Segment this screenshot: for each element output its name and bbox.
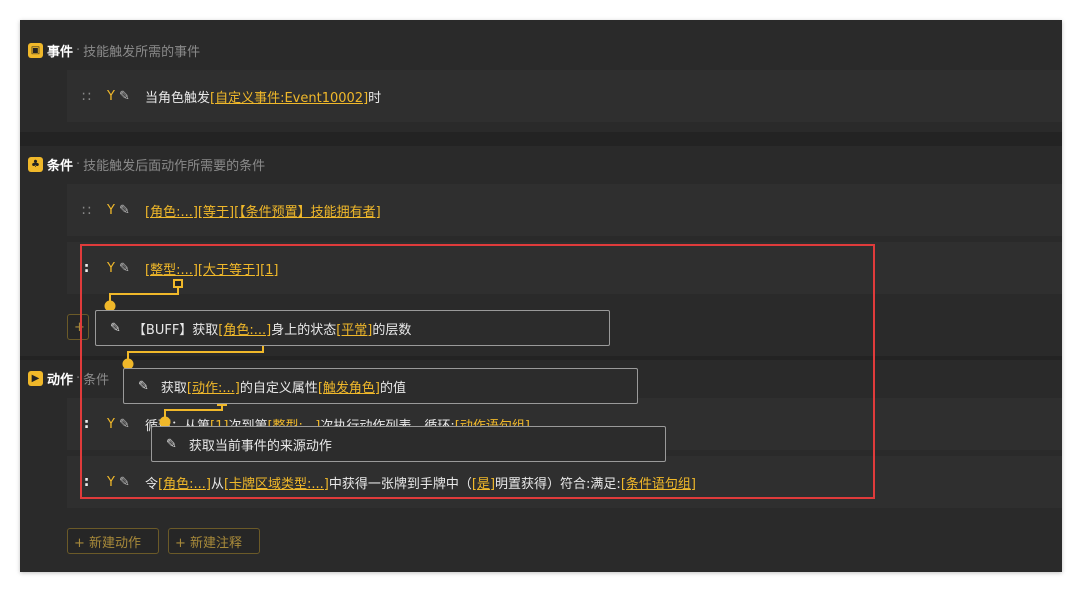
text: 的值 (380, 380, 407, 396)
custom-attribute-popup[interactable]: ✎ 获取 [动作:...] 的自定义属性 [触发角色] 的值 (123, 368, 638, 404)
edit-icon[interactable]: ✎ (166, 437, 177, 452)
trigger-role-link[interactable]: [触发角色] (318, 377, 380, 396)
action-link[interactable]: [动作:...] (187, 377, 240, 396)
nested-connector-lines (104, 279, 268, 428)
text: 身上的状态 (271, 322, 337, 338)
text: 的自定义属性 (239, 380, 318, 396)
edit-icon[interactable]: ✎ (110, 321, 121, 336)
text: 【BUFF】获取 (132, 322, 219, 338)
event-source-popup[interactable]: ✎ 获取当前事件的来源动作 (151, 426, 666, 462)
text: 获取 (160, 380, 187, 396)
edit-icon[interactable]: ✎ (138, 379, 149, 394)
text: 获取当前事件的来源动作 (188, 438, 332, 454)
skill-editor-panel: ▣ 事件 · 技能触发所需的事件 :: Y ✎ 当角色触发[自定义事件:Even… (20, 20, 1062, 572)
role-link[interactable]: [角色:...] (218, 319, 271, 338)
buff-layer-popup[interactable]: ✎ 【BUFF】获取 [角色:...] 身上的状态 [平常] 的层数 (95, 310, 610, 346)
status-link[interactable]: [平常] (336, 319, 372, 338)
text: 的层数 (372, 322, 412, 338)
